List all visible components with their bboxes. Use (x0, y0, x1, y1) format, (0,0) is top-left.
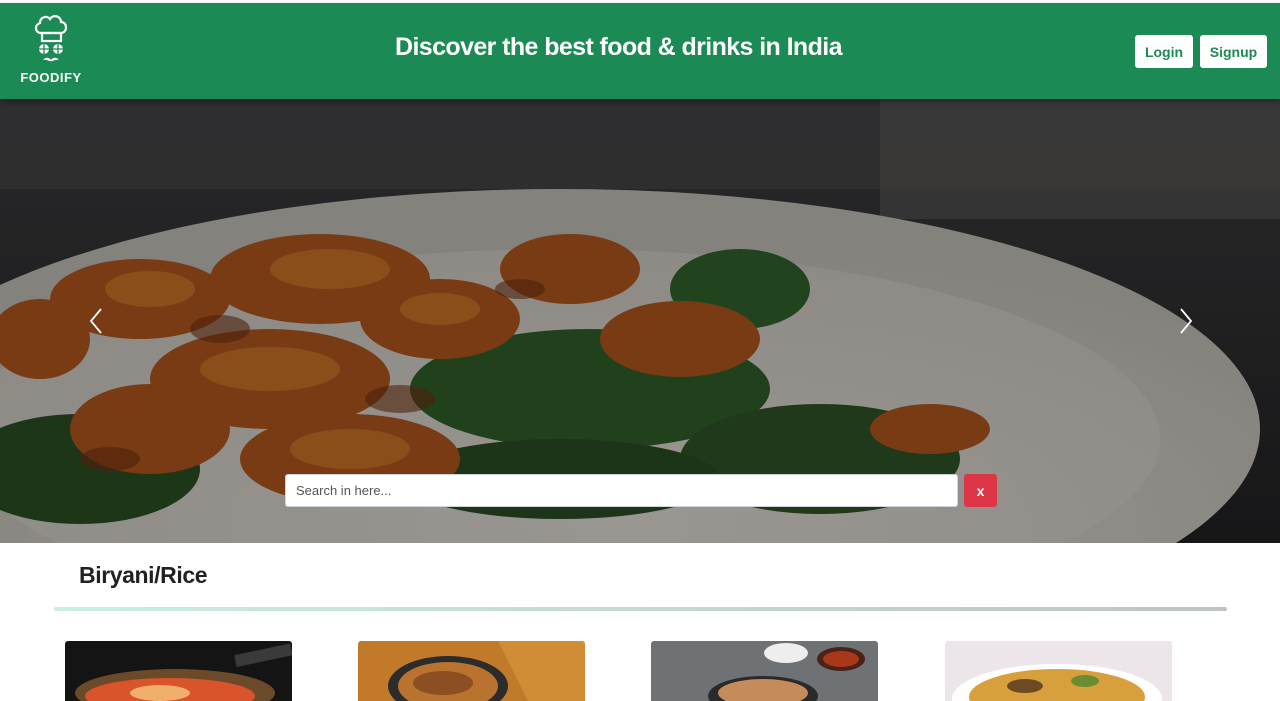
food-card[interactable] (358, 641, 585, 701)
section-title: Biryani/Rice (79, 562, 208, 588)
page-tagline: Discover the best food & drinks in India (395, 33, 843, 61)
food-card[interactable] (945, 641, 1172, 701)
food-image (945, 641, 1172, 701)
signup-button[interactable]: Signup (1200, 35, 1267, 68)
brand-name: FOODIFY (20, 70, 82, 85)
chevron-left-icon (89, 308, 102, 334)
food-image (65, 641, 292, 701)
food-image (651, 641, 878, 701)
food-card[interactable] (651, 641, 878, 701)
carousel-next-button[interactable] (1170, 304, 1200, 338)
carousel-prev-button[interactable] (82, 304, 112, 338)
navbar: FOODIFY Discover the best food & drinks … (0, 3, 1280, 99)
hero-carousel: x (0, 99, 1280, 543)
chef-hat-icon (34, 15, 68, 62)
section-divider (54, 607, 1227, 611)
food-card[interactable] (65, 641, 292, 701)
clear-search-button[interactable]: x (964, 474, 997, 507)
chevron-right-icon (1180, 308, 1193, 334)
brand-logo[interactable]: FOODIFY (10, 13, 92, 91)
login-button[interactable]: Login (1135, 35, 1193, 68)
food-image (358, 641, 585, 701)
search-input[interactable] (285, 474, 958, 507)
